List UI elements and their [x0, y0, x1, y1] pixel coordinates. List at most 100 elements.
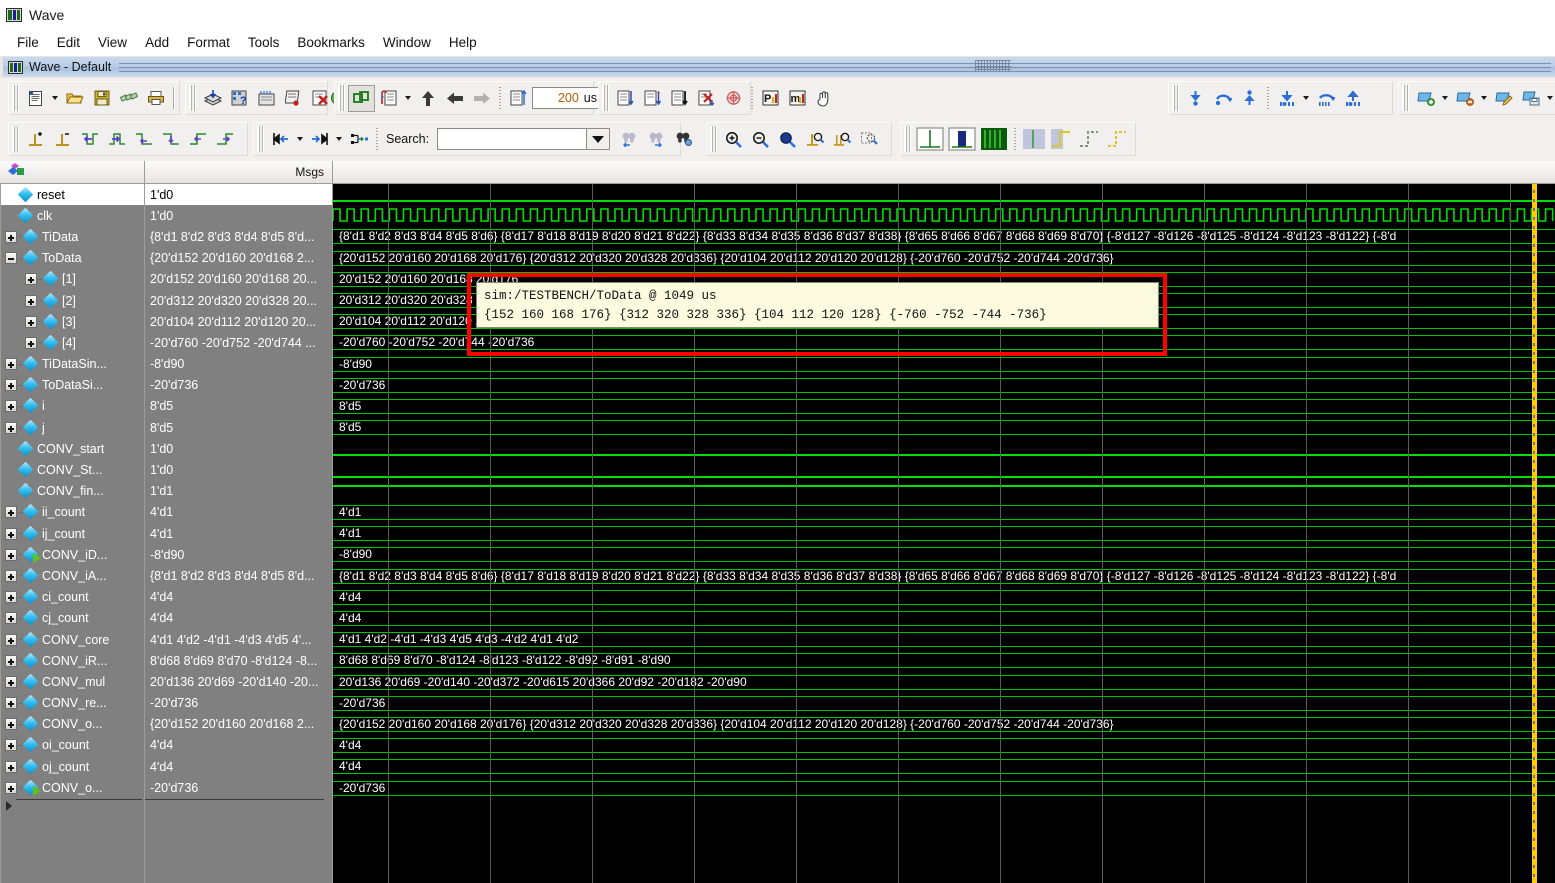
expand-plus-icon[interactable]: [5, 379, 17, 392]
expand-plus-icon[interactable]: [5, 654, 17, 667]
waveform-row-reset[interactable]: [333, 184, 1555, 205]
signal-row-conv_fin[interactable]: CONV_fin...: [1, 481, 144, 502]
waveform-row-conv_mul[interactable]: 20'd136 20'd69 -20'd140 -20'd372 -20'd61…: [333, 672, 1555, 693]
run-length-field[interactable]: 200 us: [532, 87, 602, 109]
expand-plus-icon[interactable]: [25, 273, 37, 286]
toolbar-gripper[interactable]: [710, 126, 717, 152]
waveform-row-conv_ia[interactable]: {8'd1 8'd2 8'd3 8'd4 8'd5 8'd6} {8'd17 8…: [333, 566, 1555, 587]
waveform-row-conv_o[interactable]: {20'd152 20'd160 20'd168 20'd176} {20'd3…: [333, 714, 1555, 735]
toolbar-gripper[interactable]: [189, 85, 196, 111]
signal-value-row[interactable]: 4'd4: [145, 587, 332, 608]
waveform-row-conv_start[interactable]: [333, 438, 1555, 459]
signal-row-clk[interactable]: clk: [1, 205, 144, 226]
signal-value-row[interactable]: 20'd136 20'd69 -20'd140 -20...: [145, 671, 332, 692]
signal-row-cj_count[interactable]: cj_count: [1, 608, 144, 629]
step-back-icon[interactable]: [441, 85, 468, 112]
expand-all-icon[interactable]: [345, 126, 372, 153]
signal-value-row[interactable]: 4'd1 4'd2 -4'd1 -4'd3 4'd5 4'...: [145, 629, 332, 650]
grid-solid-icon[interactable]: [978, 125, 1010, 153]
compile-icon[interactable]: [199, 85, 226, 112]
signal-value-row[interactable]: -20'd736: [145, 693, 332, 714]
signal-row-oi_count[interactable]: oi_count: [1, 735, 144, 756]
signal-value-row[interactable]: 4'd1: [145, 523, 332, 544]
signal-row-ij_count[interactable]: ij_count: [1, 523, 144, 544]
signal-value-row[interactable]: 8'd68 8'd69 8'd70 -8'd124 -8...: [145, 650, 332, 671]
expand-plus-icon[interactable]: [5, 548, 17, 561]
find-next-falling-icon[interactable]: [157, 126, 184, 153]
cursor-round-icon[interactable]: [1312, 85, 1339, 112]
signal-value-row[interactable]: 4'd1: [145, 502, 332, 523]
expand-plus-icon[interactable]: [5, 612, 17, 625]
add-cursor-icon[interactable]: [22, 126, 49, 153]
new-document-icon[interactable]: [22, 85, 49, 112]
expand-plus-icon[interactable]: [5, 739, 17, 752]
signal-value-row[interactable]: -8'd90: [145, 354, 332, 375]
expand-plus-icon[interactable]: [5, 675, 17, 688]
reload-icon[interactable]: [115, 85, 142, 112]
signal-value-row[interactable]: {20'd152 20'd160 20'd168 2...: [145, 248, 332, 269]
signal-row-todatasi[interactable]: ToDataSi...: [1, 375, 144, 396]
expand-plus-icon[interactable]: [5, 718, 17, 731]
wave-save-dropdown[interactable]: [1544, 85, 1555, 112]
step-icon[interactable]: [612, 85, 639, 112]
signal-row-i[interactable]: i: [1, 396, 144, 417]
zoom-in-icon[interactable]: [720, 126, 747, 153]
expand-plus-icon[interactable]: [5, 400, 17, 413]
search-prev-icon[interactable]: [616, 126, 643, 153]
signal-value-row[interactable]: 1'd0: [145, 184, 332, 206]
toolbar-gripper[interactable]: [904, 126, 911, 152]
stop-icon[interactable]: [307, 85, 334, 112]
profile-mem-icon[interactable]: m: [784, 85, 811, 112]
waveform-row-ii_count[interactable]: 4'd1: [333, 502, 1555, 523]
waveform-row-oj_count[interactable]: 4'd4: [333, 756, 1555, 777]
restart-sim-icon[interactable]: [720, 85, 747, 112]
cursor-down-icon[interactable]: [1273, 85, 1300, 112]
expand-plus-icon[interactable]: [5, 781, 17, 794]
waveform-row-conv_id[interactable]: -8'd90: [333, 544, 1555, 565]
menu-view[interactable]: View: [89, 32, 136, 53]
cursor-down-dropdown[interactable]: [1300, 85, 1312, 112]
tab-resize-grip[interactable]: [975, 60, 1011, 71]
step-up-icon[interactable]: [414, 85, 441, 112]
signal-value-row[interactable]: 4'd4: [145, 735, 332, 756]
zoom-out-icon[interactable]: [747, 126, 774, 153]
waveform-row-tidatasin[interactable]: -8'd90: [333, 354, 1555, 375]
signal-row-conv_re[interactable]: CONV_re...: [1, 693, 144, 714]
zoom-mouse-icon[interactable]: [855, 126, 882, 153]
expand-plus-icon[interactable]: [25, 336, 37, 349]
signal-value-row[interactable]: {8'd1 8'd2 8'd3 8'd4 8'd5 8'd...: [145, 565, 332, 586]
menu-window[interactable]: Window: [374, 32, 440, 53]
analog-step-icon[interactable]: [1020, 126, 1048, 152]
toolbar-gripper[interactable]: [257, 126, 264, 152]
menu-add[interactable]: Add: [136, 32, 178, 53]
search-config-icon[interactable]: [670, 126, 697, 153]
waveform-row-cj_count[interactable]: 4'd4: [333, 608, 1555, 629]
waveform-row-4[interactable]: -20'd760 -20'd752 -20'd744 -20'd736: [333, 332, 1555, 353]
wave-add-icon[interactable]: [1412, 85, 1439, 112]
find-next-transition-icon[interactable]: [103, 126, 130, 153]
find-prev-rising-icon[interactable]: [184, 126, 211, 153]
signal-row-oj_count[interactable]: oj_count: [1, 756, 144, 777]
signal-value-row[interactable]: -20'd736: [145, 375, 332, 396]
signal-row-conv_mul[interactable]: CONV_mul: [1, 671, 144, 692]
step-forward-icon[interactable]: [468, 85, 495, 112]
hand-pan-icon[interactable]: [811, 85, 838, 112]
signal-value-row[interactable]: 4'd4: [145, 608, 332, 629]
signal-values-list[interactable]: 1'd0 1'd0 {8'd1 8'd2 8'd3 8'd4 8'd5 8'd...…: [145, 184, 333, 883]
signal-row-3[interactable]: [3]: [1, 311, 144, 332]
signal-row-4[interactable]: [4]: [1, 332, 144, 353]
next-transition-icon[interactable]: [1209, 85, 1236, 112]
find-prev-falling-icon[interactable]: [130, 126, 157, 153]
signal-row-tidatasin[interactable]: TiDataSin...: [1, 354, 144, 375]
collapse-icon[interactable]: [306, 126, 333, 153]
signal-row-tidata[interactable]: TiData: [1, 226, 144, 247]
expand-plus-icon[interactable]: [5, 421, 17, 434]
analog-forward-icon[interactable]: [1104, 126, 1132, 152]
new-document-dropdown[interactable]: [49, 85, 61, 112]
wave-cursor-1[interactable]: [1532, 184, 1537, 883]
signal-row-conv_ir[interactable]: CONV_iR...: [1, 650, 144, 671]
waveform-row-conv_ir[interactable]: 8'd68 8'd69 8'd70 -8'd124 -8'd123 -8'd12…: [333, 650, 1555, 671]
signal-row-j[interactable]: j: [1, 417, 144, 438]
wave-default-tab[interactable]: Wave - Default: [3, 57, 1555, 77]
wave-remove-dropdown[interactable]: [1478, 85, 1490, 112]
